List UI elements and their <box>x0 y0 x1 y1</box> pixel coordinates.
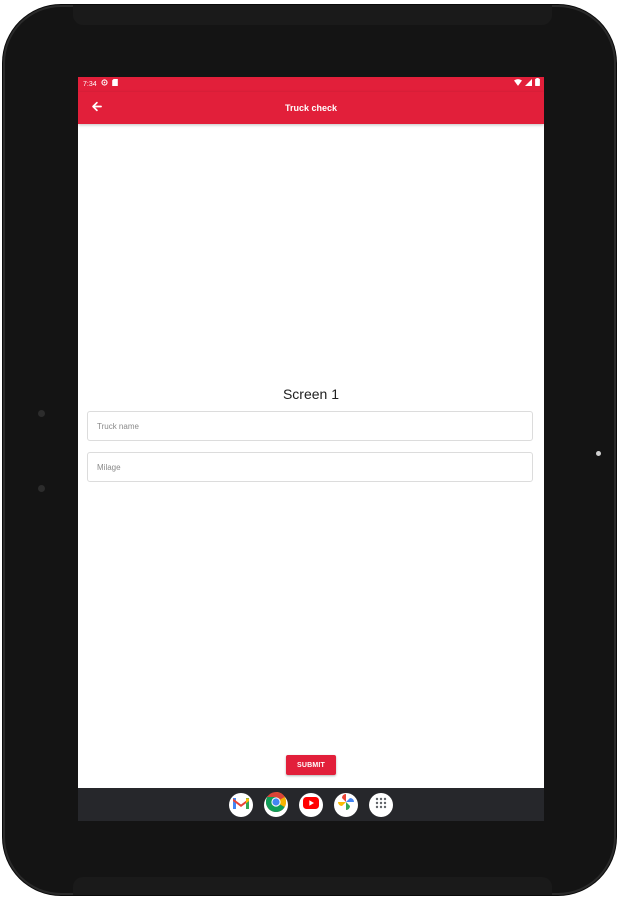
app-drawer-icon <box>375 796 387 814</box>
photos-icon <box>337 793 355 816</box>
arrow-left-icon <box>91 99 102 117</box>
back-button[interactable] <box>86 98 106 118</box>
status-right <box>514 77 540 92</box>
status-time: 7:34 <box>83 81 97 88</box>
submit-button[interactable]: SUBMIT <box>286 755 336 775</box>
wifi-icon <box>514 77 522 92</box>
milage-input[interactable] <box>87 452 533 482</box>
dock-app-drawer[interactable] <box>369 792 393 817</box>
page: 7:34 Truck check Screen 1 Truck name Mil… <box>0 0 619 900</box>
truck-name-input[interactable] <box>87 411 533 441</box>
dock-app-youtube[interactable] <box>299 792 323 817</box>
tablet-sensor <box>38 410 45 417</box>
tablet-top-edge <box>73 5 552 25</box>
screen-heading: Screen 1 <box>282 386 340 402</box>
status-left: 7:34 <box>83 77 118 92</box>
dock-app-gmail[interactable] <box>229 792 253 817</box>
chrome-icon <box>266 792 286 817</box>
tablet-sensor <box>38 485 45 492</box>
signal-icon <box>525 77 532 92</box>
sim-card-icon <box>111 77 118 92</box>
dock-app-chrome[interactable] <box>264 792 288 817</box>
app-bar: Truck check <box>78 92 544 124</box>
front-camera <box>596 451 601 456</box>
battery-icon <box>535 77 540 92</box>
gmail-icon <box>233 796 249 814</box>
device-screen: 7:34 Truck check Screen 1 Truck name Mil… <box>78 77 544 821</box>
status-bar: 7:34 <box>78 77 544 92</box>
settings-icon <box>101 77 108 92</box>
tablet-bottom-edge <box>73 877 552 895</box>
dock-app-photos[interactable] <box>334 792 358 817</box>
app-title: Truck check <box>284 103 338 113</box>
app-dock <box>78 788 544 821</box>
youtube-icon <box>303 796 319 814</box>
